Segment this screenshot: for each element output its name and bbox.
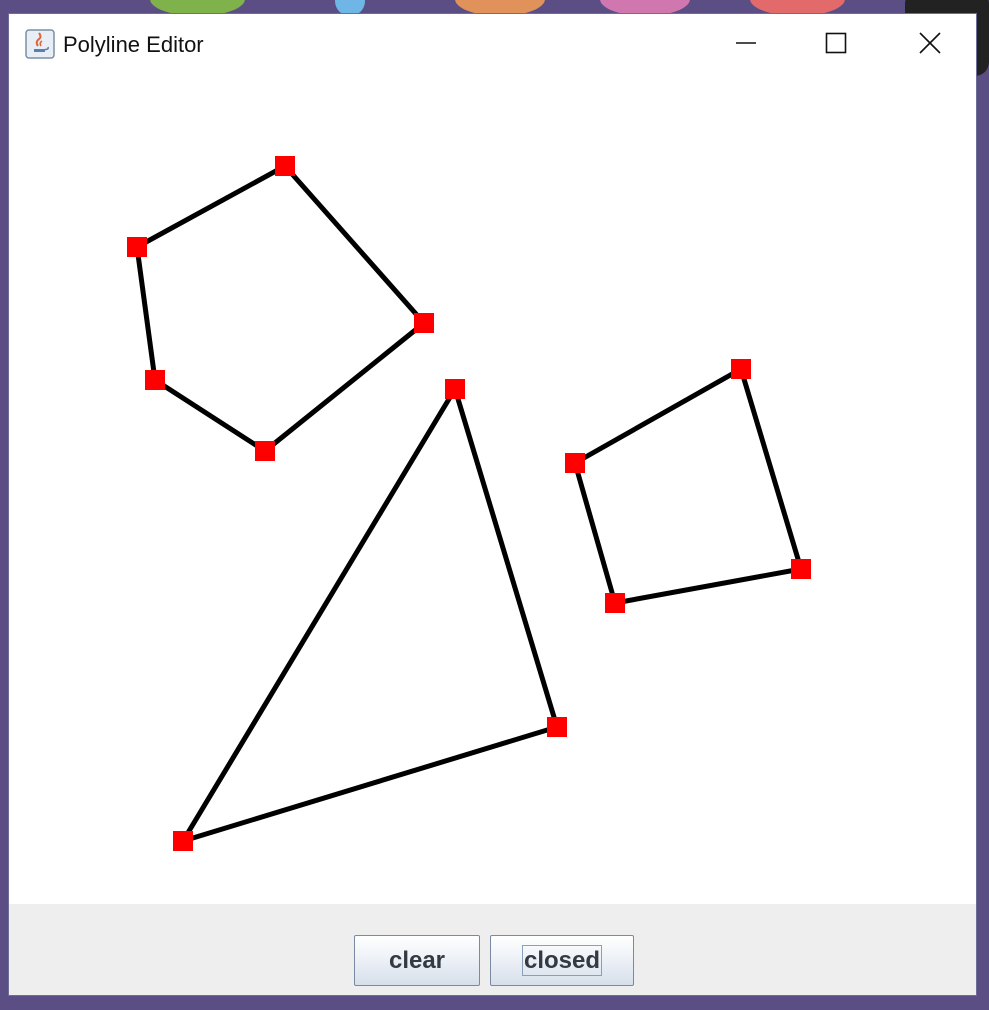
vertex-handle[interactable] xyxy=(127,237,147,257)
minimize-icon xyxy=(736,42,756,44)
closed-button[interactable]: closed xyxy=(490,935,634,986)
vertex-handle[interactable] xyxy=(445,379,465,399)
drawing-canvas[interactable] xyxy=(9,74,977,904)
close-button[interactable] xyxy=(885,14,975,72)
vertex-handle[interactable] xyxy=(605,593,625,613)
polyline-quadrilateral[interactable] xyxy=(572,366,804,606)
closed-button-label: closed xyxy=(521,945,603,976)
button-bar: clear closed xyxy=(9,904,976,995)
window-title: Polyline Editor xyxy=(63,32,204,57)
minimize-button[interactable] xyxy=(701,14,791,72)
title-bar[interactable]: Polyline Editor xyxy=(9,14,976,74)
vertex-handle[interactable] xyxy=(414,313,434,333)
clear-button[interactable]: clear xyxy=(354,935,480,986)
vertex-handle[interactable] xyxy=(145,370,165,390)
polyline-triangle[interactable] xyxy=(180,386,560,844)
vertex-handle[interactable] xyxy=(173,831,193,851)
maximize-icon xyxy=(825,32,847,54)
polyline-pentagon[interactable] xyxy=(134,163,427,454)
maximize-button[interactable] xyxy=(791,14,881,72)
java-coffee-cup-icon xyxy=(25,29,55,59)
clear-button-label: clear xyxy=(388,946,446,974)
vertex-handle[interactable] xyxy=(731,359,751,379)
vertex-handle[interactable] xyxy=(565,453,585,473)
vertex-handle[interactable] xyxy=(791,559,811,579)
vertex-handle[interactable] xyxy=(547,717,567,737)
polyline-editor-window: Polyline Editor clear closed xyxy=(8,13,977,996)
vertex-handle[interactable] xyxy=(255,441,275,461)
vertex-handle[interactable] xyxy=(275,156,295,176)
close-icon xyxy=(919,32,941,54)
